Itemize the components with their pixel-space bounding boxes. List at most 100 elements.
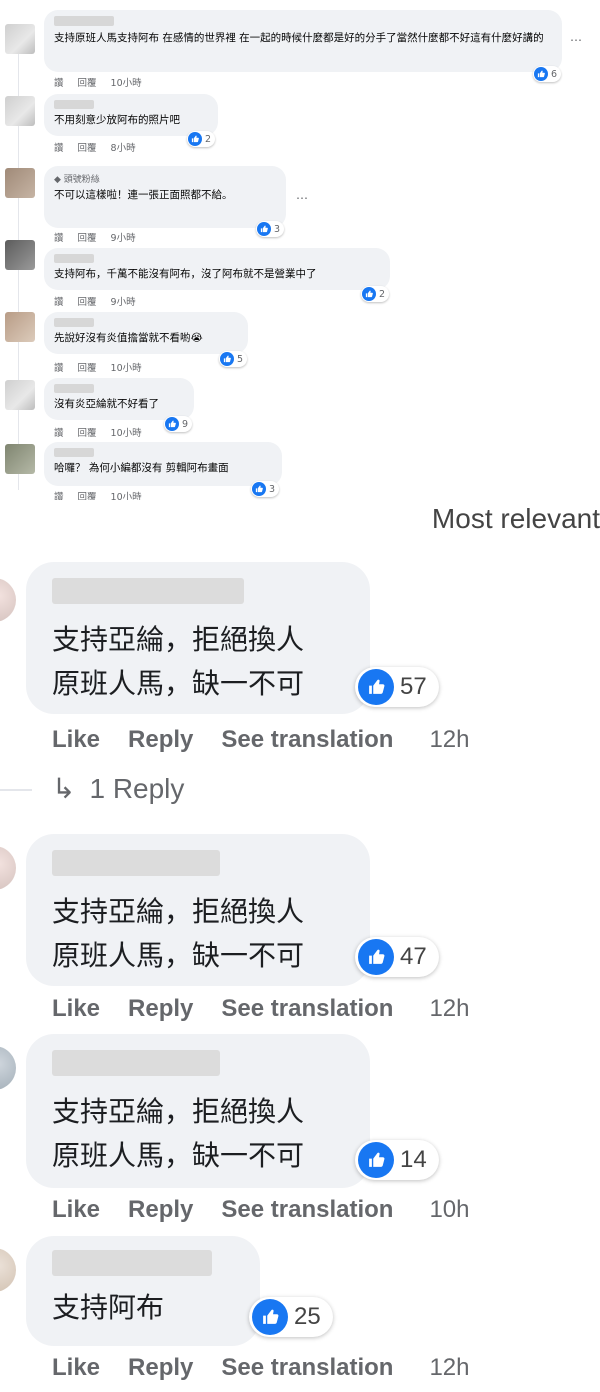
- like-link[interactable]: 讚: [54, 140, 64, 154]
- comment-text: 支持阿布，千萬不能沒有阿布，沒了阿布就不是營業中了: [54, 268, 317, 280]
- author-name-blurred[interactable]: [54, 16, 114, 26]
- reaction-number: 5: [237, 353, 244, 365]
- reaction-count[interactable]: 47: [355, 937, 439, 977]
- reply-link[interactable]: 回覆: [78, 294, 97, 308]
- more-options-icon[interactable]: …: [296, 188, 309, 202]
- avatar[interactable]: [5, 96, 35, 126]
- author-name-blurred[interactable]: [54, 384, 94, 393]
- reaction-count[interactable]: 2: [361, 286, 390, 302]
- comment-filter-dropdown[interactable]: Most relevant: [432, 503, 600, 535]
- comment-bubble: 支持阿布: [26, 1236, 260, 1346]
- like-link[interactable]: Like: [52, 1354, 100, 1382]
- like-icon: [257, 222, 271, 236]
- reaction-count[interactable]: 14: [355, 1140, 439, 1180]
- like-link[interactable]: 讚: [54, 294, 64, 308]
- reply-link[interactable]: 回覆: [78, 425, 97, 439]
- reaction-count[interactable]: 57: [355, 667, 439, 707]
- comment-text: 先說好沒有炎值擔當就不看喲😭: [54, 332, 203, 344]
- author-name-blurred[interactable]: [54, 254, 94, 263]
- reply-link[interactable]: 回覆: [78, 140, 97, 154]
- timestamp[interactable]: 12h: [429, 995, 469, 1023]
- reply-link[interactable]: Reply: [128, 726, 193, 754]
- like-icon: [252, 482, 266, 496]
- like-link[interactable]: Like: [52, 995, 100, 1023]
- see-translation-link[interactable]: See translation: [221, 726, 393, 754]
- reply-link[interactable]: 回覆: [78, 230, 97, 244]
- comment-text: 不可以這樣啦！連一張正面照都不給。: [54, 189, 233, 201]
- see-translation-link[interactable]: See translation: [221, 1354, 393, 1382]
- timestamp[interactable]: 9小時: [111, 230, 136, 244]
- author-name-blurred[interactable]: [54, 448, 94, 457]
- timestamp[interactable]: 10小時: [111, 75, 142, 89]
- author-name-blurred[interactable]: [52, 578, 244, 604]
- reply-link[interactable]: 回覆: [78, 489, 97, 500]
- author-name-blurred[interactable]: [52, 1250, 212, 1276]
- avatar[interactable]: [0, 1248, 16, 1292]
- avatar[interactable]: [0, 846, 16, 890]
- like-link[interactable]: 讚: [54, 489, 64, 500]
- reply-connector-line: [0, 789, 32, 791]
- reply-link[interactable]: Reply: [128, 995, 193, 1023]
- comment-actions: Like Reply See translation 12h: [52, 995, 498, 1023]
- timestamp[interactable]: 10小時: [111, 489, 142, 500]
- comment-actions: 讚 回覆 10小時: [54, 360, 142, 374]
- reaction-count[interactable]: 25: [249, 1297, 333, 1337]
- reaction-count[interactable]: 3: [251, 481, 280, 497]
- comment-actions: 讚 回覆 9小時: [54, 230, 136, 244]
- comment-text: 支持阿布: [52, 1291, 165, 1324]
- comment-text: 支持亞綸，拒絕換人 原班人馬，缺一不可: [52, 895, 305, 972]
- like-link[interactable]: 讚: [54, 360, 64, 374]
- timestamp[interactable]: 10h: [429, 1196, 469, 1224]
- reaction-count[interactable]: 3: [256, 221, 285, 237]
- reaction-number: 57: [400, 673, 427, 700]
- author-name-blurred[interactable]: [52, 850, 220, 876]
- avatar[interactable]: [5, 240, 35, 270]
- more-options-icon[interactable]: …: [570, 30, 583, 44]
- top-fan-badge: ◆ 頭號粉絲: [54, 175, 100, 185]
- comment-actions: Like Reply See translation 10h: [52, 1196, 498, 1224]
- reaction-number: 3: [269, 483, 276, 495]
- timestamp[interactable]: 10小時: [111, 360, 142, 374]
- reply-link[interactable]: 回覆: [78, 75, 97, 89]
- author-name-blurred[interactable]: [54, 318, 94, 327]
- comment-actions: 讚 回覆 10小時: [54, 425, 142, 439]
- comment-text: 哈囉？ 為何小編都沒有 剪輯阿布畫面: [54, 462, 229, 474]
- reply-link[interactable]: Reply: [128, 1196, 193, 1224]
- comment-actions: Like Reply See translation 12h: [52, 1354, 498, 1382]
- timestamp[interactable]: 10小時: [111, 425, 142, 439]
- avatar[interactable]: [0, 1046, 16, 1090]
- comment-bubble: 不用刻意少放阿布的照片吧: [44, 94, 218, 136]
- timestamp[interactable]: 12h: [429, 1354, 469, 1382]
- reply-link[interactable]: Reply: [128, 1354, 193, 1382]
- see-translation-link[interactable]: See translation: [221, 995, 393, 1023]
- avatar[interactable]: [0, 578, 16, 622]
- like-icon: [188, 132, 202, 146]
- timestamp[interactable]: 12h: [429, 726, 469, 754]
- comment-bubble: 支持亞綸，拒絕換人 原班人馬，缺一不可: [26, 834, 370, 986]
- like-icon: [165, 417, 179, 431]
- reply-link[interactable]: 回覆: [78, 360, 97, 374]
- avatar[interactable]: [5, 312, 35, 342]
- reaction-count[interactable]: 5: [219, 351, 248, 367]
- like-link[interactable]: Like: [52, 1196, 100, 1224]
- reaction-count[interactable]: 2: [187, 131, 216, 147]
- like-link[interactable]: 讚: [54, 230, 64, 244]
- timestamp[interactable]: 8小時: [111, 140, 136, 154]
- like-link[interactable]: Like: [52, 726, 100, 754]
- like-icon: [358, 1142, 394, 1178]
- like-icon: [358, 939, 394, 975]
- avatar[interactable]: [5, 444, 35, 474]
- like-link[interactable]: 讚: [54, 425, 64, 439]
- timestamp[interactable]: 9小時: [111, 294, 136, 308]
- reaction-count[interactable]: 6: [533, 66, 562, 82]
- like-link[interactable]: 讚: [54, 75, 64, 89]
- like-icon: [252, 1299, 288, 1335]
- see-translation-link[interactable]: See translation: [221, 1196, 393, 1224]
- view-replies-button[interactable]: ↳ 1 Reply: [52, 772, 184, 805]
- author-name-blurred[interactable]: [52, 1050, 220, 1076]
- avatar[interactable]: [5, 380, 35, 410]
- reaction-count[interactable]: 9: [164, 416, 193, 432]
- avatar[interactable]: [5, 168, 35, 198]
- author-name-blurred[interactable]: [54, 100, 94, 109]
- avatar[interactable]: [5, 24, 35, 54]
